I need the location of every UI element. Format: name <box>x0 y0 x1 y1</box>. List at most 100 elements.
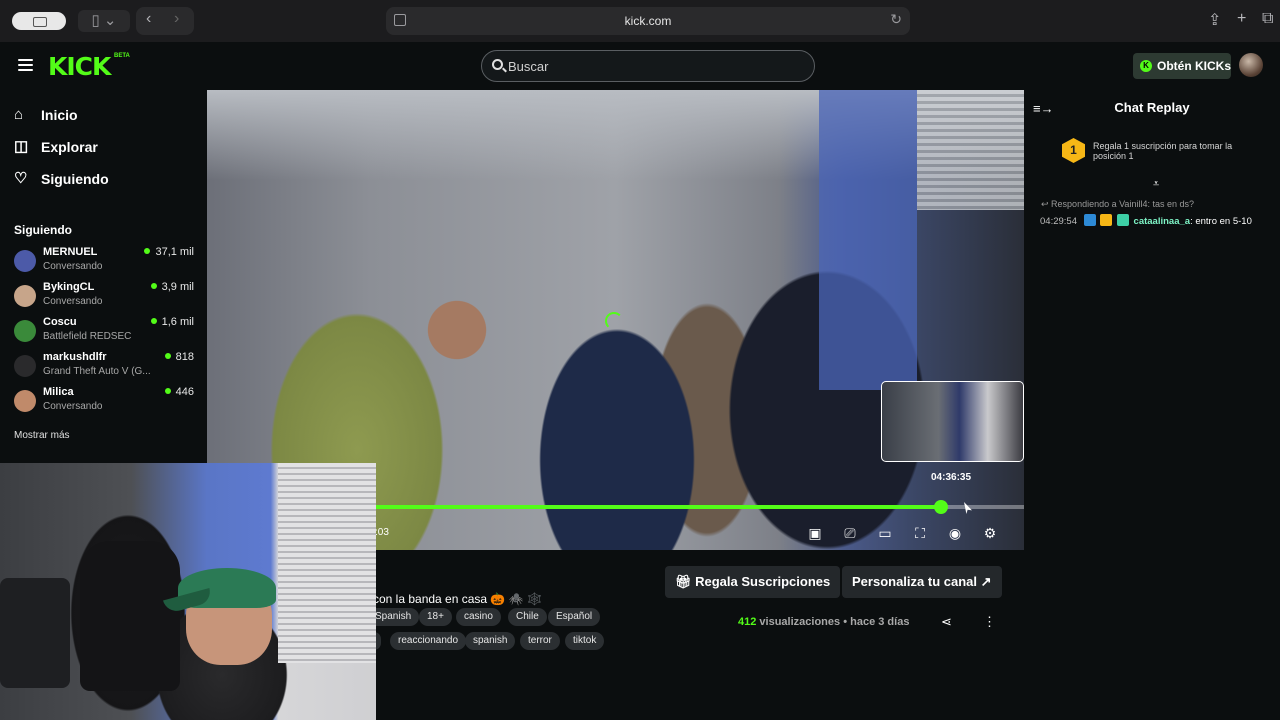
webcam-gaming-chair <box>80 541 180 691</box>
show-more-link[interactable]: Mostrar más <box>14 430 70 441</box>
external-link-icon: ↗ <box>977 574 992 589</box>
channel-item[interactable]: Coscu Battlefield REDSEC 1,6 mil <box>14 316 194 346</box>
channel-item[interactable]: BykingCL Conversando 3,9 mil <box>14 281 194 311</box>
home-icon: ⌂ <box>14 106 24 123</box>
viewer-count: 3,9 mil <box>151 281 194 293</box>
back-icon[interactable]: ‹ <box>146 10 151 28</box>
get-kicks-button[interactable]: K Obtén KICKs <box>1133 53 1231 79</box>
seek-preview-thumbnail <box>881 381 1024 462</box>
loading-spinner-icon <box>605 312 623 330</box>
channel-item[interactable]: markushdlfr Grand Theft Auto V (G... 818 <box>14 351 194 381</box>
chat-message: 04:29:54 cataalinaa_a: entro en 5-10 <box>1040 214 1252 227</box>
heart-icon: ♡ <box>14 170 28 187</box>
nav-home-label: Inicio <box>41 107 78 123</box>
customize-channel-button[interactable]: Personaliza tu canal ↗ <box>842 566 1002 598</box>
gift-subs-label: Regala Suscripciones <box>695 574 831 589</box>
channel-name: Milica <box>43 386 74 398</box>
customize-channel-label: Personaliza tu canal <box>852 574 977 589</box>
video-title: con la banda en casa 🎃 🕷️ 🕸️ <box>373 592 542 606</box>
tab-overview-icon[interactable]: ⧉ <box>1262 10 1273 28</box>
current-time: :03 <box>375 527 389 538</box>
message-timestamp: 04:29:54 <box>1040 216 1077 227</box>
message-username[interactable]: cataalinaa_a <box>1134 216 1191 227</box>
theater-mode-icon[interactable]: ▭ <box>876 524 894 542</box>
following-section-title: Siguiendo <box>14 223 72 237</box>
channel-category: Battlefield REDSEC <box>43 331 132 342</box>
channel-item[interactable]: MERNUEL Conversando 37,1 mil <box>14 246 194 276</box>
site-header: KICK BETA K Obtén KICKs <box>0 42 1280 90</box>
share-icon[interactable]: ⇪ <box>1208 10 1221 30</box>
viewer-count: 37,1 mil <box>144 246 194 258</box>
compass-icon: ◫ <box>14 138 29 155</box>
viewer-count: 446 <box>165 386 194 398</box>
menu-icon[interactable] <box>18 59 33 71</box>
viewer-count: 818 <box>165 351 194 363</box>
search-input[interactable] <box>508 57 798 75</box>
tag[interactable]: 18+ <box>419 608 452 626</box>
window-controls[interactable] <box>12 12 66 30</box>
app-root: ▯ ⌄ ‹ › kick.com ↻ ⇪ + ⧉ KICK BETA K Obt… <box>0 0 1280 720</box>
progress-handle[interactable] <box>933 500 948 514</box>
user-avatar[interactable] <box>1239 53 1263 77</box>
webcam-streamer-cap <box>178 568 276 608</box>
upload-date: hace 3 días <box>850 616 910 628</box>
clip-icon[interactable]: ⎚ <box>841 524 859 542</box>
avatar <box>14 250 36 272</box>
seek-preview-time: 04:36:35 <box>931 472 972 483</box>
fullscreen-icon[interactable]: ⛶ <box>911 524 929 542</box>
search-icon <box>492 59 503 70</box>
share-network-icon[interactable]: ⋖ <box>941 614 952 630</box>
view-stats: 412 visualizaciones • hace 3 días <box>738 616 909 628</box>
gift-icon: 🎁︎ <box>675 574 696 589</box>
view-label: visualizaciones <box>759 616 841 628</box>
tag[interactable]: terror <box>520 632 560 650</box>
avatar <box>14 355 36 377</box>
chat-title: Chat Replay <box>1114 100 1190 115</box>
channel-name: Coscu <box>43 316 77 328</box>
gift-subs-button[interactable]: 🎁︎ Regala Suscripciones <box>665 566 841 598</box>
crown-badge-icon <box>1100 214 1113 226</box>
tag[interactable]: Chile <box>508 608 547 626</box>
channel-name: BykingCL <box>43 281 95 293</box>
nav-explore[interactable]: ◫ Explorar <box>14 136 98 158</box>
tag[interactable]: Español <box>548 608 601 626</box>
message-text: entro en 5-10 <box>1195 216 1252 227</box>
beta-label: BETA <box>114 53 130 59</box>
separator-dot: • <box>843 616 848 628</box>
miniplayer-icon[interactable]: ▣ <box>806 524 824 542</box>
tag[interactable]: tiktok <box>565 632 605 650</box>
new-tab-icon[interactable]: + <box>1237 10 1246 28</box>
playback-speed-icon[interactable]: ◉ <box>946 524 964 542</box>
progress-bar[interactable] <box>375 500 1024 514</box>
reload-icon[interactable]: ↻ <box>890 11 902 28</box>
forward-icon[interactable]: › <box>174 10 179 28</box>
avatar <box>14 320 36 342</box>
pinned-icon[interactable]: ⩡ <box>1153 178 1159 191</box>
reply-context: ↩ Respondiendo a Vainill4: tas en ds? <box>1041 199 1194 210</box>
get-kicks-label: Obtén KICKs <box>1157 59 1232 73</box>
sidebar-toggle-icon[interactable]: ▯ ⌄ <box>78 10 130 32</box>
channel-item[interactable]: Milica Conversando 446 <box>14 386 194 416</box>
reply-text: Respondiendo a Vainill4: tas en ds? <box>1051 199 1194 209</box>
more-options-icon[interactable]: ⋮ <box>983 614 996 630</box>
tag[interactable]: reaccionando <box>390 632 467 650</box>
avatar <box>14 390 36 412</box>
reply-icon: ↩ <box>1041 199 1052 209</box>
viewer-count: 1,6 mil <box>151 316 194 328</box>
tag[interactable]: casino <box>456 608 501 626</box>
kick-logo[interactable]: KICK <box>48 52 111 81</box>
tag[interactable]: spanish <box>465 632 516 650</box>
address-bar[interactable]: kick.com ↻ <box>386 7 910 35</box>
search-box[interactable] <box>481 50 815 82</box>
channel-category: Conversando <box>43 261 103 272</box>
webcam-overlay <box>0 463 376 720</box>
gifter-badge-icon <box>1116 214 1129 226</box>
nav-following[interactable]: ♡ Siguiendo <box>14 168 109 190</box>
settings-gear-icon[interactable]: ⚙ <box>981 524 999 542</box>
sub-badge-icon <box>1083 214 1096 226</box>
browser-toolbar: ▯ ⌄ ‹ › kick.com ↻ ⇪ + ⧉ <box>0 0 1280 42</box>
webcam-blinds <box>278 463 376 663</box>
video-frame-window <box>917 90 1024 210</box>
nav-home[interactable]: ⌂ Inicio <box>14 104 78 126</box>
kicks-coin-icon: K <box>1140 60 1152 72</box>
